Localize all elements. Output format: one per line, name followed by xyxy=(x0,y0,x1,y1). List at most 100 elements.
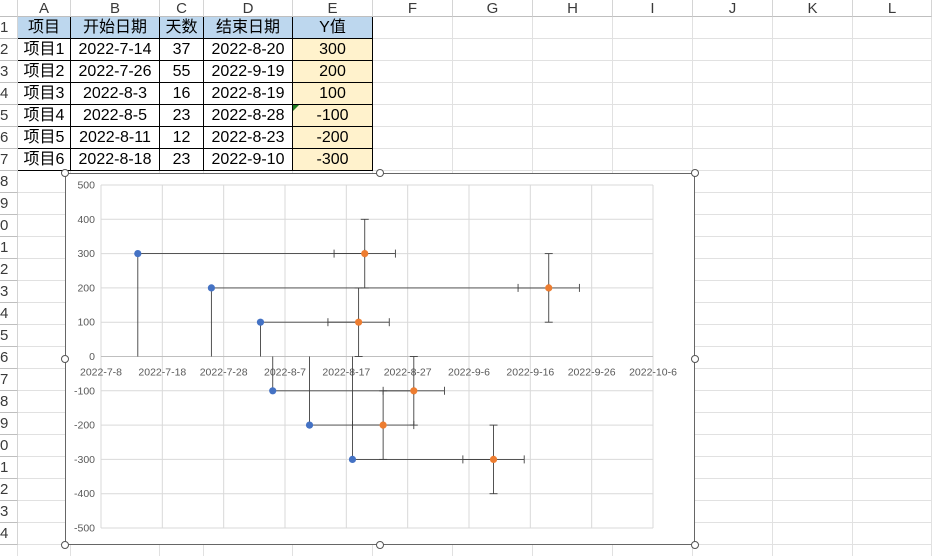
column-header-c[interactable]: C xyxy=(160,0,204,17)
scatter-chart: 500 400 300 200 100 0 -100 -200 -300 -400 -500 2022… xyxy=(74,180,677,535)
table-cell[interactable]: 37 xyxy=(160,39,204,61)
table-cell[interactable]: 2022-8-23 xyxy=(204,127,293,149)
row-header[interactable]: 9 xyxy=(0,193,18,215)
x-tick-label: 2022-8-7 xyxy=(264,367,306,379)
row-header[interactable]: 8 xyxy=(0,391,18,413)
x-tick-label: 2022-9-16 xyxy=(506,367,554,379)
table-cell[interactable]: 200 xyxy=(293,61,373,83)
table-cell[interactable]: -200 xyxy=(293,127,373,149)
series2-point xyxy=(410,387,418,395)
table-cell[interactable]: 天数 xyxy=(160,17,204,39)
series1-point xyxy=(348,455,357,463)
table-cell[interactable]: 23 xyxy=(160,149,204,171)
y-tick-label: 200 xyxy=(77,282,95,294)
row-header[interactable]: 4 xyxy=(0,83,18,105)
column-header-e[interactable]: E xyxy=(293,0,373,17)
chart-resize-handle[interactable] xyxy=(60,540,69,549)
column-header-b[interactable]: B xyxy=(71,0,160,17)
table-cell[interactable]: -300 xyxy=(293,149,373,171)
row-header[interactable]: 2 xyxy=(0,479,18,501)
column-header-d[interactable]: D xyxy=(204,0,293,17)
table-cell[interactable]: 2022-8-20 xyxy=(204,39,293,61)
column-header-j[interactable]: J xyxy=(693,0,773,17)
chart-resize-handle[interactable] xyxy=(690,168,699,177)
x-tick-label: 2022-9-26 xyxy=(568,367,616,379)
y-tick-label: -300 xyxy=(74,454,95,466)
table-cell[interactable]: 2022-7-26 xyxy=(71,61,160,83)
row-header[interactable]: 4 xyxy=(0,523,18,545)
row-header[interactable]: 5 xyxy=(0,325,18,347)
table-cell[interactable]: 300 xyxy=(293,39,373,61)
y-tick-label: 300 xyxy=(77,248,95,260)
table-cell[interactable]: -100 xyxy=(293,105,373,127)
y-tick-label: 400 xyxy=(77,214,95,226)
row-header[interactable]: 1 xyxy=(0,237,18,259)
table-cell[interactable]: 2022-9-19 xyxy=(204,61,293,83)
table-cell[interactable]: 项目6 xyxy=(18,149,71,171)
row-header[interactable]: 5 xyxy=(0,105,18,127)
row-header[interactable]: 2 xyxy=(0,39,18,61)
table-cell[interactable]: 项目 xyxy=(18,17,71,39)
row-header[interactable]: 0 xyxy=(0,215,18,237)
cell-error-indicator xyxy=(293,105,299,111)
chart-resize-handle[interactable] xyxy=(60,168,69,177)
column-header-f[interactable]: F xyxy=(373,0,453,17)
table-cell[interactable]: 结束日期 xyxy=(204,17,293,39)
chart-resize-handle[interactable] xyxy=(60,354,69,363)
table-cell[interactable]: 项目3 xyxy=(18,83,71,105)
chart-resize-handle[interactable] xyxy=(375,540,384,549)
table-cell[interactable]: 2022-7-14 xyxy=(71,39,160,61)
row-header[interactable]: 0 xyxy=(0,435,18,457)
table-cell[interactable]: 2022-8-18 xyxy=(71,149,160,171)
column-header-a[interactable]: A xyxy=(18,0,71,17)
row-header[interactable]: 7 xyxy=(0,369,18,391)
series1-point xyxy=(305,421,314,429)
table-cell[interactable]: 开始日期 xyxy=(71,17,160,39)
table-cell[interactable]: 2022-8-3 xyxy=(71,83,160,105)
chart-resize-handle[interactable] xyxy=(690,540,699,549)
row-header[interactable]: 3 xyxy=(0,61,18,83)
series2-point xyxy=(355,318,363,326)
column-header-h[interactable]: H xyxy=(533,0,613,17)
table-cell[interactable]: 100 xyxy=(293,83,373,105)
table-cell[interactable]: 55 xyxy=(160,61,204,83)
row-header[interactable]: 4 xyxy=(0,303,18,325)
y-tick-label: -200 xyxy=(74,420,95,432)
column-header-g[interactable]: G xyxy=(453,0,533,17)
y-tick-label: 100 xyxy=(77,317,95,329)
table-cell[interactable]: 2022-9-10 xyxy=(204,149,293,171)
column-header-i[interactable]: I xyxy=(613,0,693,17)
table-cell[interactable]: Y值 xyxy=(293,17,373,39)
table-cell[interactable]: 2022-8-28 xyxy=(204,105,293,127)
row-header[interactable]: 1 xyxy=(0,457,18,479)
chart-resize-handle[interactable] xyxy=(690,354,699,363)
table-cell[interactable]: 12 xyxy=(160,127,204,149)
table-cell[interactable]: 2022-8-5 xyxy=(71,105,160,127)
column-header-k[interactable]: K xyxy=(773,0,853,17)
column-header-l[interactable]: L xyxy=(853,0,932,17)
x-tick-label: 2022-9-6 xyxy=(448,367,490,379)
row-header[interactable]: 3 xyxy=(0,281,18,303)
row-header[interactable]: 6 xyxy=(0,347,18,369)
table-cell[interactable]: 项目4 xyxy=(18,105,71,127)
select-all-corner[interactable] xyxy=(0,0,18,17)
row-header[interactable]: 9 xyxy=(0,413,18,435)
table-cell[interactable]: 2022-8-11 xyxy=(71,127,160,149)
row-header[interactable]: 3 xyxy=(0,501,18,523)
table-cell[interactable]: 23 xyxy=(160,105,204,127)
chart-resize-handle[interactable] xyxy=(375,168,384,177)
table-cell[interactable]: 项目1 xyxy=(18,39,71,61)
row-header[interactable]: 8 xyxy=(0,171,18,193)
row-header[interactable]: 1 xyxy=(0,17,18,39)
table-cell[interactable]: 2022-8-19 xyxy=(204,83,293,105)
table-cell[interactable]: 项目5 xyxy=(18,127,71,149)
x-tick-label: 2022-7-18 xyxy=(138,367,186,379)
row-header[interactable]: 2 xyxy=(0,259,18,281)
series2-point xyxy=(545,284,553,292)
row-header[interactable]: 7 xyxy=(0,149,18,171)
row-header[interactable]: 6 xyxy=(0,127,18,149)
y-tick-label: -100 xyxy=(74,385,95,397)
series1-point xyxy=(134,250,142,258)
table-cell[interactable]: 16 xyxy=(160,83,204,105)
table-cell[interactable]: 项目2 xyxy=(18,61,71,83)
